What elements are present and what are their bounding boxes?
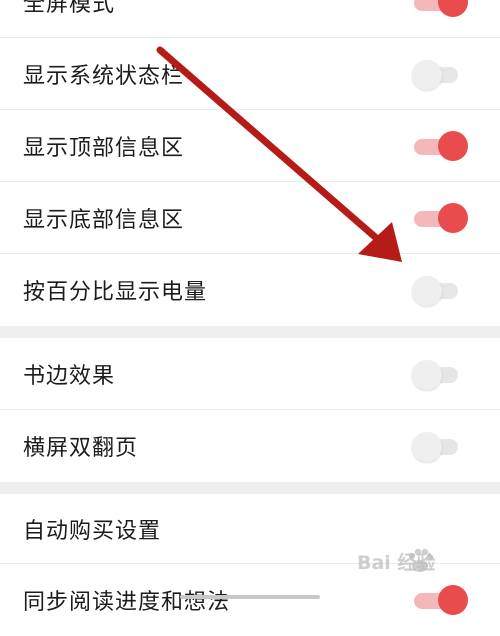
scrollbar[interactable] bbox=[180, 595, 320, 599]
arrow-icon bbox=[156, 46, 402, 262]
watermark-text: Bai 经验 bbox=[357, 552, 436, 574]
